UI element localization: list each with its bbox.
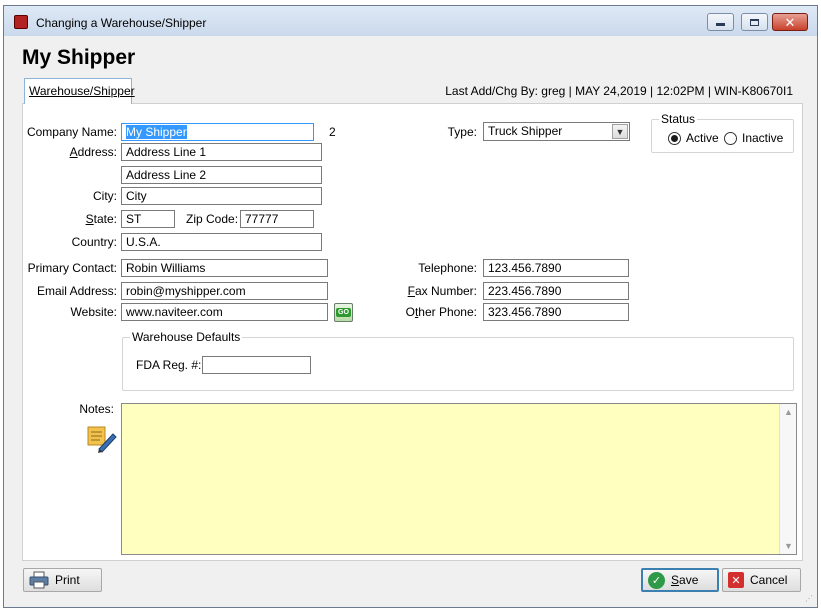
printer-icon <box>29 571 49 589</box>
maximize-button[interactable] <box>741 13 768 31</box>
scroll-up-icon[interactable]: ▲ <box>780 407 797 417</box>
fax-label-rest: ax Number: <box>414 284 477 298</box>
zip-input[interactable]: 77777 <box>240 210 314 228</box>
chevron-down-icon[interactable]: ▼ <box>612 124 628 139</box>
zip-label: Zip Code: <box>186 212 239 226</box>
other-phone-label-pre: O <box>405 305 415 319</box>
app-icon[interactable] <box>14 15 28 29</box>
page-title: My Shipper <box>22 46 136 69</box>
resize-grip-icon[interactable]: ⋰ <box>805 595 815 605</box>
status-active-label: Active <box>686 131 719 145</box>
radio-unchecked-icon <box>724 131 737 145</box>
address-line2-input[interactable]: Address Line 2 <box>121 166 322 184</box>
email-label: Email Address: <box>36 284 117 298</box>
status-group: Status Active Inactive <box>651 112 794 153</box>
city-input[interactable]: City <box>121 187 322 205</box>
warehouse-defaults-group: Warehouse Defaults FDA Reg. #: <box>122 330 794 391</box>
telephone-label: Telephone: <box>418 261 477 275</box>
other-phone-label-rest: her Phone: <box>418 305 477 319</box>
email-input[interactable]: robin@myshipper.com <box>121 282 328 300</box>
other-phone-label: Other Phone: <box>383 305 477 319</box>
tab-label: Warehouse/Shipper <box>29 84 135 98</box>
radio-checked-icon <box>668 131 681 145</box>
address-label: Address: <box>23 145 117 159</box>
cancel-label: Cancel <box>750 573 788 587</box>
warehouse-defaults-legend: Warehouse Defaults <box>130 330 243 344</box>
type-label: Type: <box>447 125 477 139</box>
address-label-rest: ddress: <box>77 145 117 159</box>
company-name-label: Company Name: <box>26 125 117 139</box>
status-inactive-radio[interactable]: Inactive <box>724 131 783 145</box>
print-button[interactable]: Print <box>23 568 102 592</box>
type-select[interactable]: Truck Shipper ▼ <box>483 122 630 141</box>
scroll-down-icon[interactable]: ▼ <box>780 541 797 551</box>
state-label-rest: tate: <box>93 212 117 226</box>
other-phone-input[interactable]: 323.456.7890 <box>483 303 629 321</box>
save-button[interactable]: ✓ Save <box>641 568 719 592</box>
save-check-icon: ✓ <box>648 571 665 589</box>
status-legend: Status <box>659 112 698 126</box>
notes-value <box>122 404 796 410</box>
website-go-button[interactable]: GO <box>334 303 353 322</box>
title-bar: Changing a Warehouse/Shipper ✕ <box>4 6 817 36</box>
fax-label: Fax Number: <box>383 284 477 298</box>
notes-textarea[interactable]: ▲ ▼ <box>121 403 797 555</box>
close-icon: ✕ <box>784 14 796 30</box>
website-label: Website: <box>70 305 117 319</box>
save-label-accel: S <box>671 573 680 587</box>
cancel-button[interactable]: ✕ Cancel <box>722 568 801 592</box>
window: Changing a Warehouse/Shipper ✕ My Shippe… <box>3 5 818 608</box>
fda-reg-label: FDA Reg. #: <box>136 358 202 372</box>
cancel-x-icon: ✕ <box>728 572 744 588</box>
address-label-accel: A <box>69 145 78 159</box>
notes-label: Notes: <box>79 402 114 416</box>
minimize-icon <box>716 23 725 26</box>
maximize-icon <box>750 18 759 26</box>
city-label: City: <box>93 189 117 203</box>
primary-contact-input[interactable]: Robin Williams <box>121 259 328 277</box>
tab-warehouse-shipper[interactable]: Warehouse/Shipper <box>24 78 135 104</box>
type-value: Truck Shipper <box>488 124 563 138</box>
save-label-rest: ave <box>679 573 699 587</box>
fax-input[interactable]: 223.456.7890 <box>483 282 629 300</box>
save-label: Save <box>671 573 698 587</box>
record-number: 2 <box>329 125 336 139</box>
go-icon: GO <box>336 308 351 317</box>
last-change-info: Last Add/Chg By: greg | MAY 24,2019 | 12… <box>445 84 793 98</box>
address-line1-input[interactable]: Address Line 1 <box>121 143 322 161</box>
window-title: Changing a Warehouse/Shipper <box>36 16 207 30</box>
close-button[interactable]: ✕ <box>772 13 808 31</box>
status-inactive-label: Inactive <box>742 131 784 145</box>
fda-reg-input[interactable] <box>202 356 311 374</box>
company-name-value: My Shipper <box>126 125 187 139</box>
primary-contact-label: Primary Contact: <box>27 261 117 275</box>
minimize-button[interactable] <box>707 13 734 31</box>
country-label: Country: <box>71 235 117 249</box>
form-panel: Company Name: My Shipper 2 Address: Addr… <box>22 103 803 561</box>
company-name-input[interactable]: My Shipper <box>121 123 314 141</box>
website-input[interactable]: www.naviteer.com <box>121 303 328 321</box>
telephone-input[interactable]: 123.456.7890 <box>483 259 629 277</box>
status-active-radio[interactable]: Active <box>668 131 719 145</box>
country-input[interactable]: U.S.A. <box>121 233 322 251</box>
fax-label-accel: F <box>407 284 415 298</box>
state-label-accel: S <box>85 212 94 226</box>
notes-scrollbar[interactable]: ▲ ▼ <box>779 404 796 554</box>
notes-edit-icon[interactable] <box>87 425 117 453</box>
state-label: State: <box>23 212 117 226</box>
state-input[interactable]: ST <box>121 210 175 228</box>
print-label: Print <box>55 573 80 587</box>
